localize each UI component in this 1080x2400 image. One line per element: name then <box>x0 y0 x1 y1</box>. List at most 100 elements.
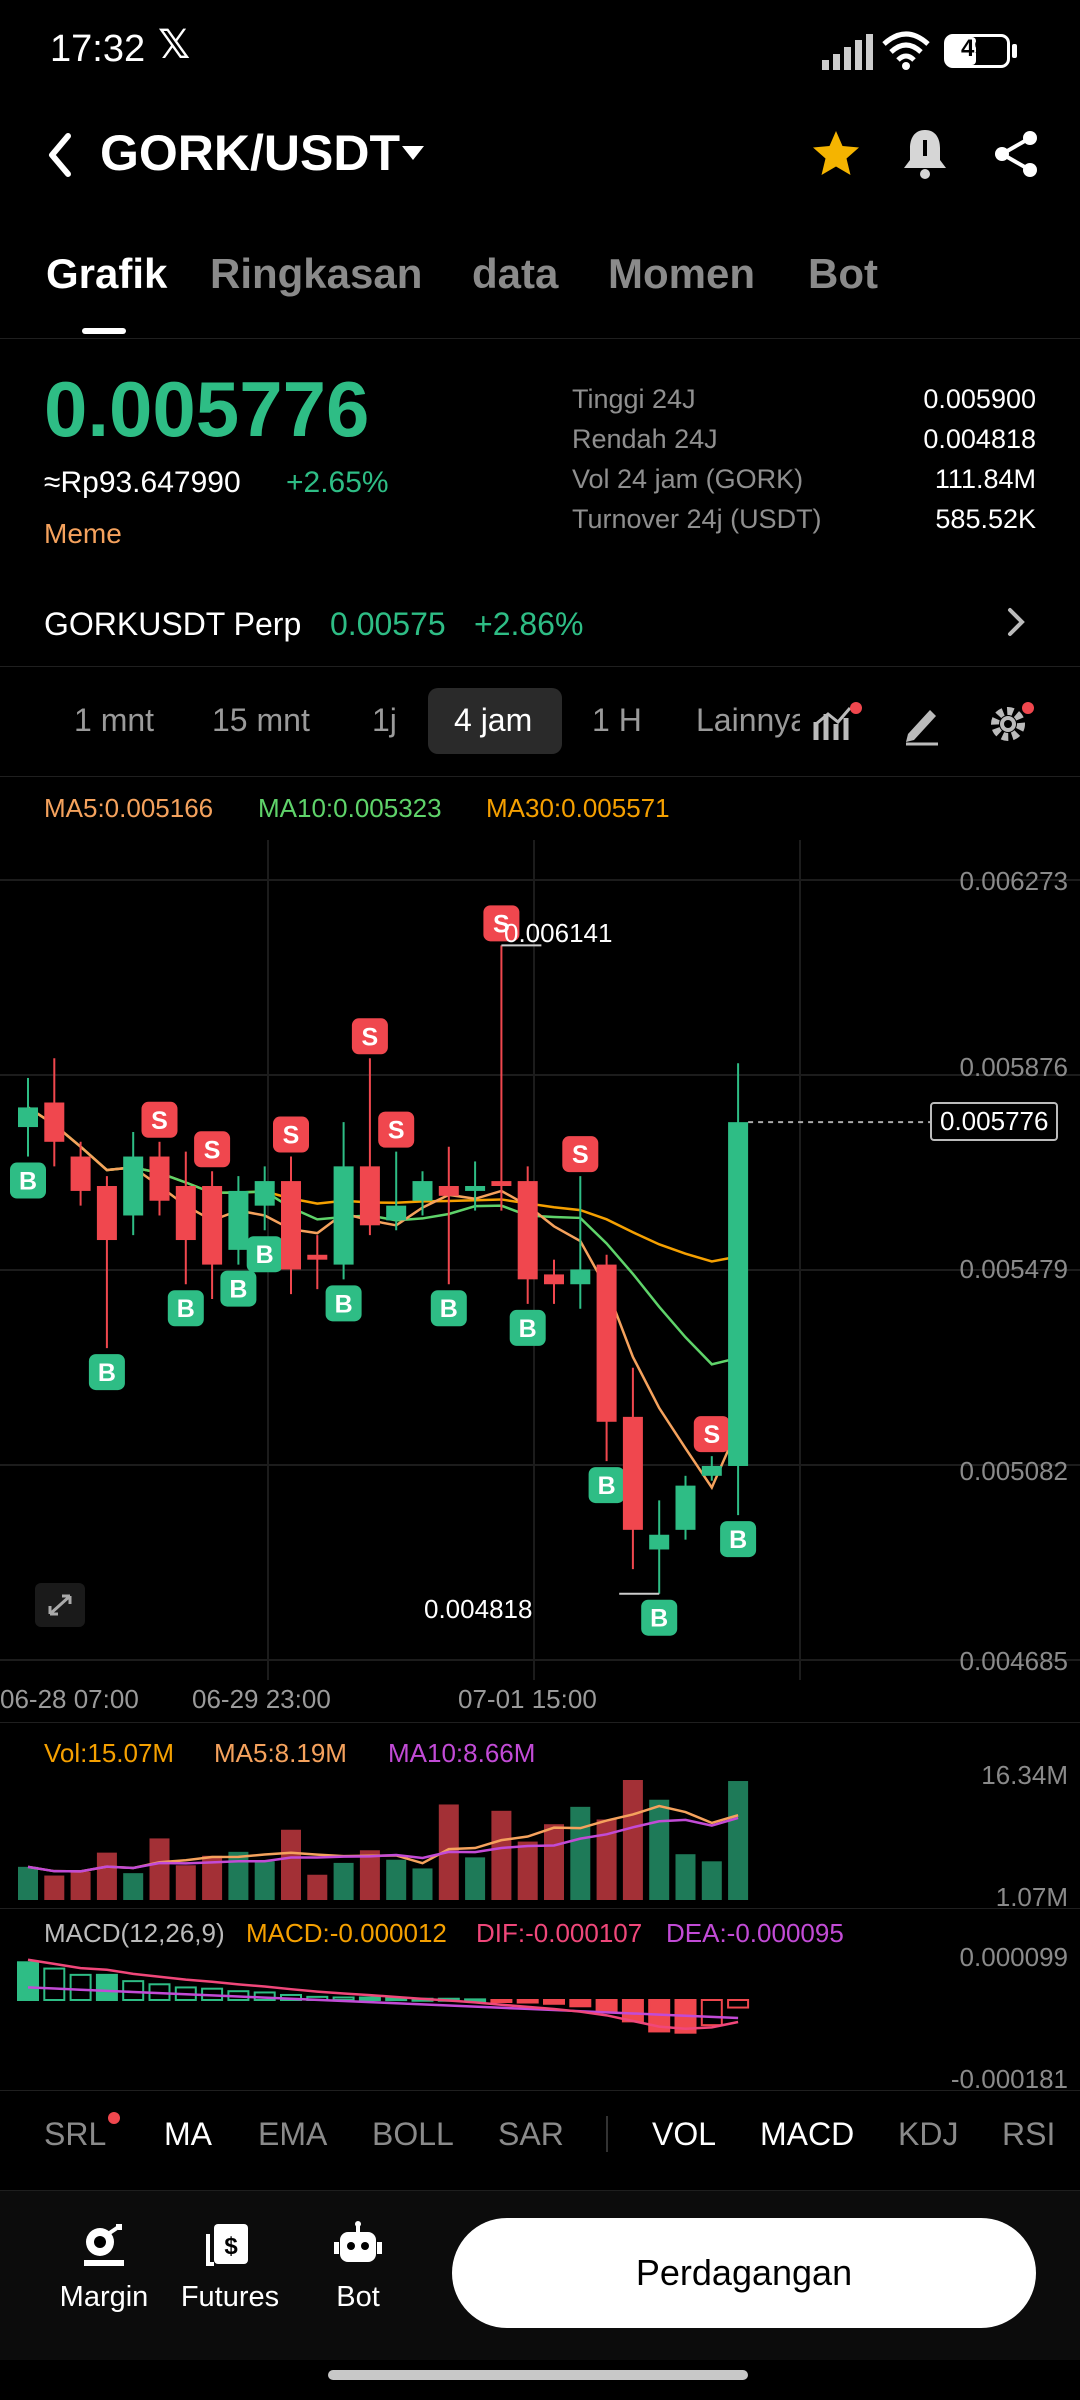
nav-margin[interactable]: Margin <box>44 2220 164 2314</box>
volume-bar <box>386 1859 407 1900</box>
volume-bar <box>622 1780 643 1900</box>
battery-tip <box>1012 44 1017 58</box>
tab-grafik[interactable]: Grafik <box>46 250 167 298</box>
indicator-tab-vol[interactable]: VOL <box>652 2116 716 2153</box>
volume-bar <box>123 1873 144 1900</box>
divider <box>0 338 1080 339</box>
indicator-tab-ema[interactable]: EMA <box>258 2116 327 2153</box>
timeframe-more[interactable]: Lainnya <box>696 702 800 739</box>
home-indicator[interactable] <box>328 2370 748 2380</box>
macd-histogram-bar <box>17 1961 39 2002</box>
tab-ringkasan[interactable]: Ringkasan <box>210 250 422 298</box>
volume-bar <box>544 1824 564 1900</box>
buy-marker-label: B <box>177 1295 195 1323</box>
indicator-tab-srl[interactable]: SRL <box>44 2116 106 2153</box>
tab-momen[interactable]: Momen <box>608 250 755 298</box>
perp-price: 0.00575 <box>330 606 446 642</box>
volume-bar <box>465 1857 486 1900</box>
tab-underline <box>82 328 126 334</box>
buy-marker-label: B <box>229 1276 247 1304</box>
low-marker-label: 0.004818 <box>424 1594 533 1624</box>
bell-icon[interactable] <box>900 126 950 180</box>
time-axis-tick: 06-29 23:00 <box>192 1684 331 1714</box>
indicator-tab-boll[interactable]: BOLL <box>372 2116 454 2153</box>
back-icon[interactable] <box>40 120 80 190</box>
share-icon[interactable] <box>990 128 1042 180</box>
macd-histogram-bar <box>43 1967 66 2001</box>
timeframe-1m[interactable]: 1 mnt <box>74 702 154 739</box>
tab-data[interactable]: data <box>472 250 558 298</box>
volume-bar <box>175 1865 196 1900</box>
candle-body <box>701 1465 722 1476</box>
volume-bar <box>96 1852 117 1900</box>
perp-name: GORKUSDT Perp <box>44 606 302 642</box>
vol-ma10-legend: MA10:8.66M <box>388 1738 536 1768</box>
divider <box>0 666 1080 667</box>
margin-icon <box>84 2224 124 2266</box>
chevron-right-icon[interactable] <box>1000 602 1030 642</box>
battery-icon: 49 <box>944 34 1010 68</box>
indicator-tab-ma[interactable]: MA <box>164 2116 212 2153</box>
indicator-tab-sar[interactable]: SAR <box>498 2116 564 2153</box>
macd-histogram-bar <box>621 1999 644 2023</box>
candlestick-chart[interactable]: BBSBSBBSBSSBSBSBBSB <box>0 840 1080 1680</box>
price-change: +2.65% <box>286 466 389 499</box>
draw-pencil-icon[interactable] <box>900 700 944 746</box>
trade-button[interactable]: Perdagangan <box>452 2218 1036 2328</box>
indicator-tab-rsi[interactable]: RSI <box>1002 2116 1058 2153</box>
sell-marker-label: S <box>572 1141 589 1169</box>
category-tag[interactable]: Meme <box>44 518 122 550</box>
candle-body <box>728 1122 749 1466</box>
timeframe-1d[interactable]: 1 H <box>592 702 642 739</box>
stat-value-low: 0.004818 <box>923 424 1036 454</box>
candle-body <box>175 1186 196 1241</box>
candle-body <box>596 1264 617 1422</box>
caret-down-icon[interactable] <box>400 140 426 166</box>
buy-marker-label: B <box>335 1290 353 1318</box>
signal-icon <box>822 34 873 70</box>
status-time: 17:32 <box>50 28 146 70</box>
nav-label: Bot <box>336 2281 380 2313</box>
nav-bot[interactable]: Bot <box>298 2220 418 2314</box>
volume-bar <box>491 1810 512 1900</box>
volume-bar <box>701 1861 722 1900</box>
price-axis-tick: 0.005082 <box>959 1456 1068 1486</box>
indicator-tab-macd[interactable]: MACD <box>760 2116 854 2153</box>
candle-body <box>386 1205 407 1221</box>
stat-value-high: 0.005900 <box>923 384 1036 414</box>
sell-marker-label: S <box>283 1122 300 1150</box>
timeframe-1h[interactable]: 1j <box>372 702 397 739</box>
stat-value-vol: 111.84M <box>934 464 1036 494</box>
pair-title[interactable]: GORK/USDT <box>100 124 400 182</box>
candle-body <box>281 1181 301 1270</box>
candle-body <box>149 1156 170 1201</box>
volume-bar <box>412 1868 433 1900</box>
indicator-icon[interactable] <box>812 700 862 746</box>
candle-body <box>675 1485 696 1530</box>
sell-marker-label: S <box>151 1107 168 1135</box>
macd-histogram-bar <box>95 1973 118 2001</box>
candle-body <box>254 1181 275 1206</box>
candle-body <box>438 1186 459 1196</box>
candle-body <box>649 1534 670 1550</box>
candle-body <box>517 1181 538 1280</box>
timeframe-4h[interactable]: 4 jam <box>454 702 532 739</box>
indicator-tab-kdj[interactable]: KDJ <box>898 2116 958 2153</box>
volume-bar <box>44 1875 65 1900</box>
candle-body <box>228 1190 249 1250</box>
macd-params: MACD(12,26,9) <box>44 1918 225 1948</box>
candle-body <box>96 1186 117 1241</box>
main-tabs: Grafik Ringkasan data Momen Bot <box>0 250 1080 340</box>
macd-histogram-bar <box>543 1999 565 2005</box>
nav-futures[interactable]: $ Futures <box>170 2220 290 2314</box>
sell-marker-label: S <box>362 1023 379 1051</box>
star-icon[interactable] <box>810 128 862 180</box>
expand-icon[interactable] <box>34 1582 86 1628</box>
timeframe-15m[interactable]: 15 mnt <box>212 702 310 739</box>
nav-label: Futures <box>180 2281 280 2313</box>
candle-body <box>570 1269 591 1285</box>
settings-gear-icon[interactable] <box>986 698 1038 748</box>
candle-body <box>359 1166 380 1226</box>
volume-bar <box>570 1806 591 1900</box>
tab-bot[interactable]: Bot <box>808 250 878 298</box>
